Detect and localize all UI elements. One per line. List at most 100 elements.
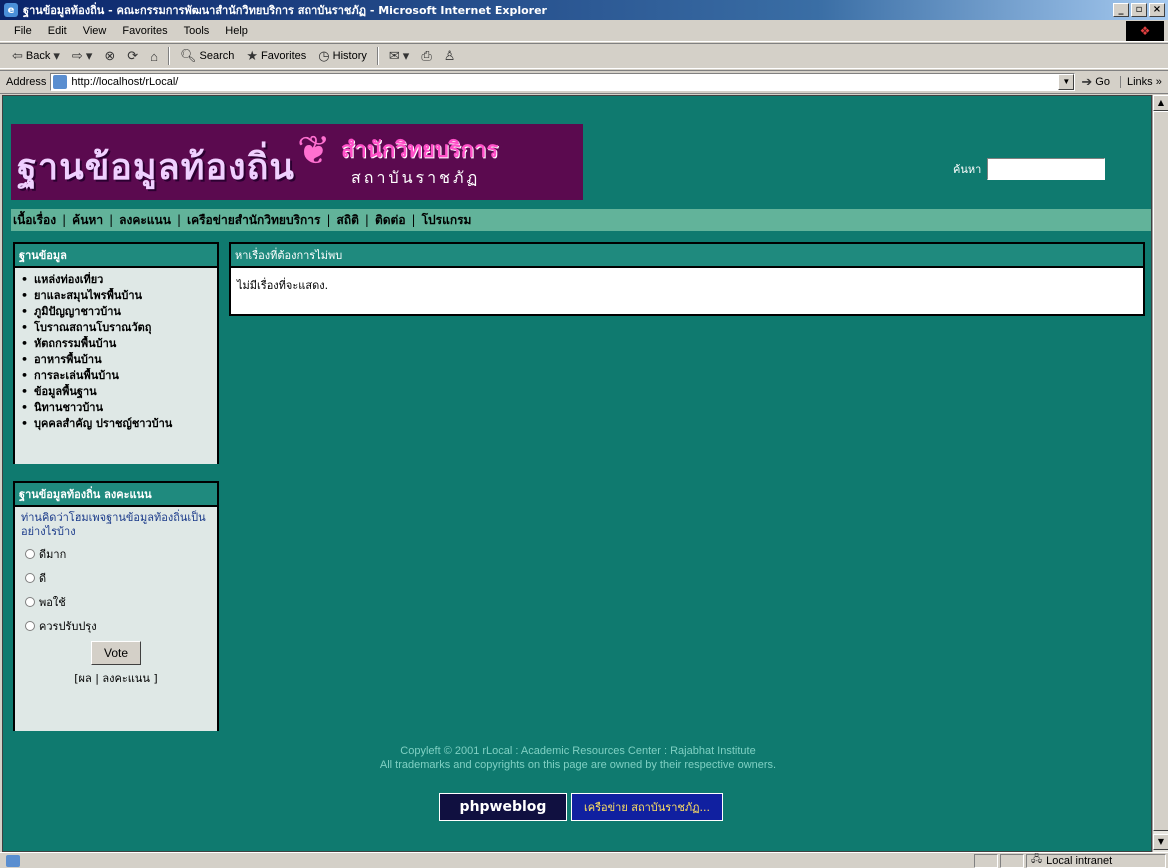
address-url: http://localhost/rLocal/ <box>71 76 179 88</box>
radio-button[interactable] <box>25 549 35 559</box>
site-banner[interactable]: ฐานข้อมูลท้องถิ่น ❦ สำนักวิทยบริการ สถาบ… <box>11 124 583 200</box>
toolbar: ⇦ Back ▾ ⇨ ▾ ⊗ ⟳ ⌂ 🔍︎ Search ★ Favorites… <box>0 43 1168 69</box>
maximize-button[interactable]: ▫ <box>1131 3 1147 17</box>
links-button[interactable]: Links » <box>1119 76 1162 88</box>
zone-label: Local intranet <box>1046 854 1113 867</box>
nav-search[interactable]: ค้นหา <box>72 211 103 230</box>
scroll-thumb[interactable] <box>1153 111 1168 831</box>
flamingo-icon: ❦ <box>297 128 331 174</box>
close-button[interactable]: × <box>1149 3 1165 17</box>
address-dropdown-icon[interactable]: ▼ <box>1058 74 1075 90</box>
phpweblog-badge[interactable]: phpweblog <box>439 793 567 821</box>
menu-tools[interactable]: Tools <box>176 25 218 37</box>
banner-logo-side: สำนักวิทยบริการ <box>341 138 499 163</box>
back-arrow-icon: ⇦ <box>12 48 23 63</box>
menu-favorites[interactable]: Favorites <box>114 25 175 37</box>
nav-stats[interactable]: สถิติ <box>337 211 359 230</box>
windows-flag-icon: ❖ <box>1126 21 1164 41</box>
status-bar: 🖧 Local intranet <box>0 852 1168 868</box>
mail-button[interactable]: ✉ ▾ <box>385 46 413 66</box>
address-label: Address <box>6 76 47 88</box>
window-title: ฐานข้อมูลท้องถิ่น - คณะกรรมการพัฒนาสำนัก… <box>23 4 547 17</box>
chevron-down-icon: ▾ <box>402 48 410 63</box>
poll-option[interactable]: ดี <box>25 569 211 587</box>
forward-button[interactable]: ⇨ ▾ <box>68 46 96 66</box>
print-button[interactable]: ⎙ <box>417 46 435 66</box>
page-viewport: ฐานข้อมูลท้องถิ่น ❦ สำนักวิทยบริการ สถาบ… <box>2 95 1152 852</box>
database-panel-title: ฐานข้อมูล <box>15 244 217 268</box>
vote-button[interactable]: Vote <box>91 641 141 665</box>
banner-logo-main: ฐานข้อมูลท้องถิ่น <box>17 146 296 188</box>
site-nav: เนื้อเรื่อง | ค้นหา | ลงคะแนน | เครือข่า… <box>11 209 1151 231</box>
nav-program[interactable]: โปรแกรม <box>422 211 472 230</box>
menu-view[interactable]: View <box>75 25 115 37</box>
poll-panel-body: ท่านคิดว่าโฮมเพจฐานข้อมูลท้องถิ่นเป็นอย่… <box>15 507 217 731</box>
menu-bar: File Edit View Favorites Tools Help ❖ <box>0 20 1168 42</box>
go-button[interactable]: ➔ Go <box>1081 74 1110 90</box>
search-input[interactable] <box>987 158 1106 180</box>
database-item[interactable]: โบราณสถานโบราณวัตถุ <box>21 320 211 336</box>
database-item[interactable]: หัตถกรรมพื้นบ้าน <box>21 336 211 352</box>
nav-vote[interactable]: ลงคะแนน <box>119 211 171 230</box>
toolbar-divider <box>168 47 171 65</box>
radio-button[interactable] <box>25 597 35 607</box>
database-item[interactable]: ยาและสมุนไพรพื้นบ้าน <box>21 288 211 304</box>
ie-icon: e <box>4 3 18 17</box>
security-zone: 🖧 Local intranet <box>1026 853 1166 868</box>
intranet-icon: 🖧 <box>1031 854 1043 865</box>
database-item[interactable]: ข้อมูลพื้นฐาน <box>21 384 211 400</box>
nav-contact[interactable]: ติดต่อ <box>375 211 406 230</box>
nav-separator: | <box>109 213 114 227</box>
minimize-button[interactable]: _ <box>1113 3 1129 17</box>
radio-button[interactable] <box>25 573 35 583</box>
favorites-icon: ★ <box>246 48 259 63</box>
database-item[interactable]: นิทานชาวบ้าน <box>21 400 211 416</box>
back-button[interactable]: ⇦ Back ▾ <box>8 46 64 66</box>
menu-edit[interactable]: Edit <box>40 25 75 37</box>
status-cell <box>974 853 998 868</box>
database-panel-body: แหล่งท่องเที่ยว ยาและสมุนไพรพื้นบ้าน ภูม… <box>15 268 217 464</box>
poll-option[interactable]: ควรปรับปรุง <box>25 617 211 635</box>
scroll-down-icon[interactable]: ▼ <box>1153 834 1168 850</box>
messenger-button[interactable]: ♙ <box>440 46 460 66</box>
menu-file[interactable]: File <box>6 25 40 37</box>
database-item[interactable]: แหล่งท่องเที่ยว <box>21 272 211 288</box>
banner-logo-sub: สถาบันราชภัฏ <box>351 168 481 187</box>
toolbar-divider <box>376 47 379 65</box>
back-label: Back <box>25 50 51 62</box>
footer: Copyleft © 2001 rLocal : Academic Resour… <box>3 744 1151 772</box>
history-icon: ◷ <box>318 48 330 63</box>
address-input[interactable]: http://localhost/rLocal/ ▼ <box>50 73 1076 91</box>
favorites-button[interactable]: ★ Favorites <box>242 46 310 66</box>
search-button[interactable]: 🔍︎ Search <box>176 46 238 66</box>
nav-stories[interactable]: เนื้อเรื่อง <box>13 211 56 230</box>
radio-button[interactable] <box>25 621 35 631</box>
poll-option[interactable]: พอใช้ <box>25 593 211 611</box>
vertical-scrollbar[interactable]: ▲ ▼ <box>1152 95 1168 852</box>
print-icon: ⎙ <box>421 48 432 63</box>
nav-network[interactable]: เครือข่ายสำนักวิทยบริการ <box>187 211 320 230</box>
stop-button[interactable]: ⊗ <box>100 46 119 66</box>
mail-icon: ✉ <box>388 48 400 63</box>
database-item[interactable]: ภูมิปัญญาชาวบ้าน <box>21 304 211 320</box>
go-label: Go <box>1095 76 1110 88</box>
home-button[interactable]: ⌂ <box>146 47 162 66</box>
nav-separator: | <box>326 213 331 227</box>
nav-separator: | <box>62 213 67 227</box>
menu-help[interactable]: Help <box>217 25 256 37</box>
poll-links[interactable]: [ผล | ลงคะแนน ] <box>21 669 211 687</box>
main-content-box: หาเรื่องที่ต้องการไม่พบ ไม่มีเรื่องที่จะ… <box>229 242 1145 316</box>
favorites-label: Favorites <box>261 50 307 62</box>
rajabhat-network-badge[interactable]: เครือข่าย สถาบันราชภัฏ... <box>571 793 723 821</box>
refresh-button[interactable]: ⟳ <box>123 46 142 66</box>
scroll-up-icon[interactable]: ▲ <box>1153 95 1168 111</box>
refresh-icon: ⟳ <box>127 48 139 63</box>
poll-option[interactable]: ดีมาก <box>25 545 211 563</box>
database-item[interactable]: การละเล่นพื้นบ้าน <box>21 368 211 384</box>
address-bar: Address http://localhost/rLocal/ ▼ ➔ Go … <box>0 70 1168 94</box>
window-title-bar: e ฐานข้อมูลท้องถิ่น - คณะกรรมการพัฒนาสำน… <box>0 0 1168 20</box>
history-button[interactable]: ◷ History <box>314 46 371 66</box>
nav-separator: | <box>411 213 416 227</box>
database-item[interactable]: บุคคลสำคัญ ปราชญ์ชาวบ้าน <box>21 416 211 432</box>
database-item[interactable]: อาหารพื้นบ้าน <box>21 352 211 368</box>
